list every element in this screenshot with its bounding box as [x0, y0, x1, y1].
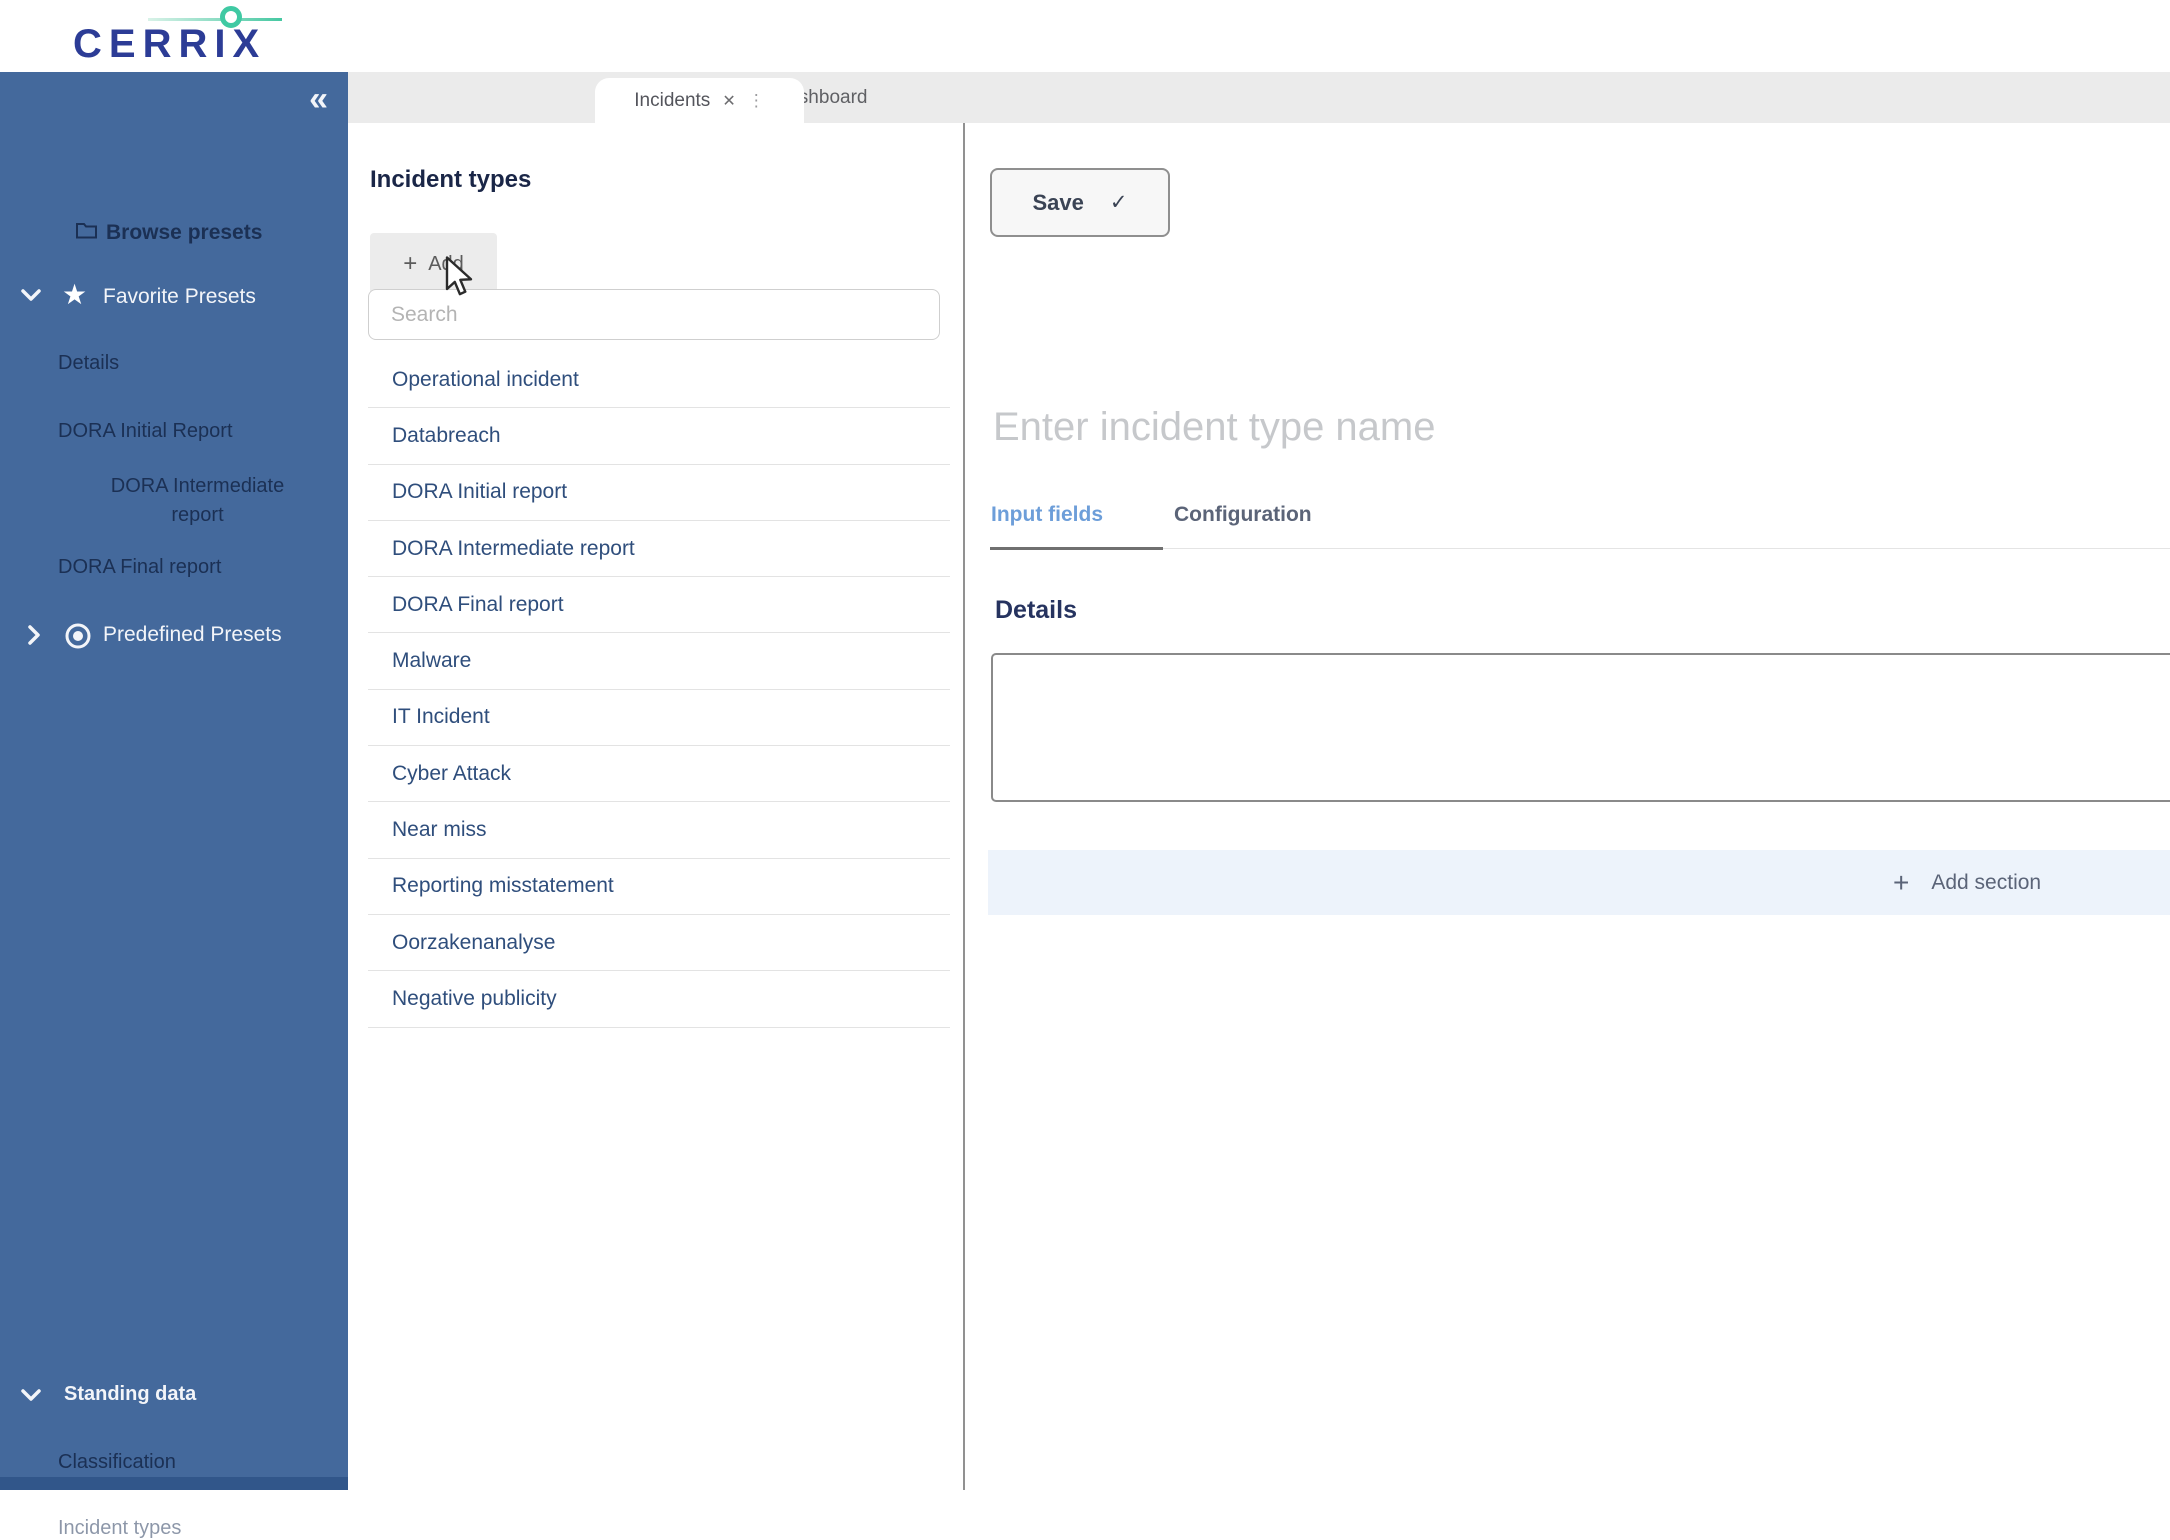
tab-incidents-label: Incidents: [634, 89, 711, 111]
sidebar-item-dora-final-report[interactable]: DORA Final report: [58, 556, 221, 579]
sidebar-item-standing-data[interactable]: Standing data: [64, 1383, 196, 1406]
sidebar-item-classification[interactable]: Classification: [58, 1451, 176, 1474]
target-icon: [64, 622, 92, 656]
sidebar-collapse-icon[interactable]: «: [309, 80, 328, 119]
add-incident-type-button[interactable]: + Add: [370, 233, 497, 295]
sidebar-item-predefined-presets[interactable]: Predefined Presets: [103, 623, 282, 647]
incident-type-row[interactable]: IT Incident: [368, 690, 950, 747]
tab-underline-track: [990, 548, 2170, 549]
tab-configuration[interactable]: Configuration: [1174, 503, 1312, 527]
incident-type-label: Negative publicity: [392, 986, 557, 1010]
incident-type-row[interactable]: DORA Final report: [368, 577, 950, 634]
sidebar-item-dora-initial-report[interactable]: DORA Initial Report: [58, 420, 233, 443]
incident-type-label: DORA Intermediate report: [392, 536, 635, 560]
sidebar: « Browse presets ★ Favorite Presets Deta…: [0, 72, 348, 1539]
plus-icon: +: [1893, 866, 1910, 898]
sidebar-item-incident-types[interactable]: Incident types: [58, 1517, 181, 1540]
tab-incidents[interactable]: Incidents ✕ ⋮: [595, 78, 804, 123]
incident-type-list: Operational incident Databreach DORA Ini…: [368, 352, 950, 1028]
incident-type-label: DORA Initial report: [392, 480, 568, 504]
add-section-row[interactable]: + Add section: [988, 850, 2170, 915]
panel-divider: [963, 123, 965, 1490]
sidebar-item-favorite-presets[interactable]: Favorite Presets: [103, 285, 256, 309]
search-input[interactable]: [368, 289, 940, 340]
incident-type-row[interactable]: DORA Intermediate report: [368, 521, 950, 578]
incident-type-row[interactable]: Databreach: [368, 408, 950, 465]
save-button-label: Save: [1032, 189, 1084, 215]
incident-type-label: Reporting misstatement: [392, 874, 614, 898]
incident-type-label: Oorzakenanalyse: [392, 930, 556, 954]
tab-strip: Dashboard Incidents ✕ ⋮: [348, 72, 2170, 123]
incident-type-row[interactable]: Cyber Attack: [368, 746, 950, 803]
close-icon[interactable]: ✕: [722, 91, 735, 111]
details-heading: Details: [995, 596, 1077, 624]
sidebar-item-browse-presets[interactable]: Browse presets: [75, 220, 262, 246]
incident-type-label: Operational incident: [392, 367, 579, 391]
incident-type-row[interactable]: Reporting misstatement: [368, 859, 950, 915]
chevron-down-icon[interactable]: [20, 1388, 42, 1402]
tab-input-fields[interactable]: Input fields: [991, 503, 1103, 527]
incident-type-row[interactable]: Malware: [368, 633, 950, 690]
sidebar-item-details[interactable]: Details: [58, 352, 119, 375]
incident-type-row[interactable]: DORA Initial report: [368, 465, 950, 521]
incident-type-row[interactable]: Negative publicity: [368, 971, 950, 1028]
checkmark-icon: ✓: [1109, 191, 1128, 214]
incident-type-row[interactable]: Oorzakenanalyse: [368, 915, 950, 972]
sidebar-item-dora-intermediate-report[interactable]: DORA Intermediate report: [85, 472, 310, 530]
app-header: CERRIX: [0, 0, 2170, 72]
logo-line-decoration: [148, 18, 282, 21]
add-button-label: Add: [428, 252, 464, 275]
incident-type-label: Malware: [392, 649, 472, 673]
incident-types-title: Incident types: [370, 166, 532, 193]
active-tab-underline: [990, 547, 1163, 550]
folder-icon: [75, 220, 98, 246]
star-icon: ★: [62, 279, 88, 310]
incident-type-label: DORA Final report: [392, 592, 564, 616]
plus-icon: +: [403, 250, 418, 277]
incident-type-label: Near miss: [392, 818, 487, 842]
save-button[interactable]: Save ✓: [990, 168, 1170, 237]
incident-type-row[interactable]: Near miss: [368, 802, 950, 859]
app-logo: CERRIX: [73, 22, 267, 66]
incident-type-label: IT Incident: [392, 705, 490, 729]
sidebar-item-label: Browse presets: [106, 221, 263, 244]
chevron-down-icon[interactable]: [20, 288, 42, 302]
sidebar-bottom-strip: [0, 1477, 348, 1490]
incident-type-row[interactable]: Operational incident: [368, 352, 950, 409]
kebab-menu-icon[interactable]: ⋮: [748, 91, 765, 111]
incident-type-name-input[interactable]: [993, 398, 2133, 456]
add-section-label: Add section: [1931, 870, 2042, 894]
details-textarea[interactable]: [991, 653, 2170, 802]
incident-type-label: Cyber Attack: [392, 761, 512, 785]
incident-type-label: Databreach: [392, 423, 501, 447]
chevron-right-icon[interactable]: [27, 624, 41, 646]
